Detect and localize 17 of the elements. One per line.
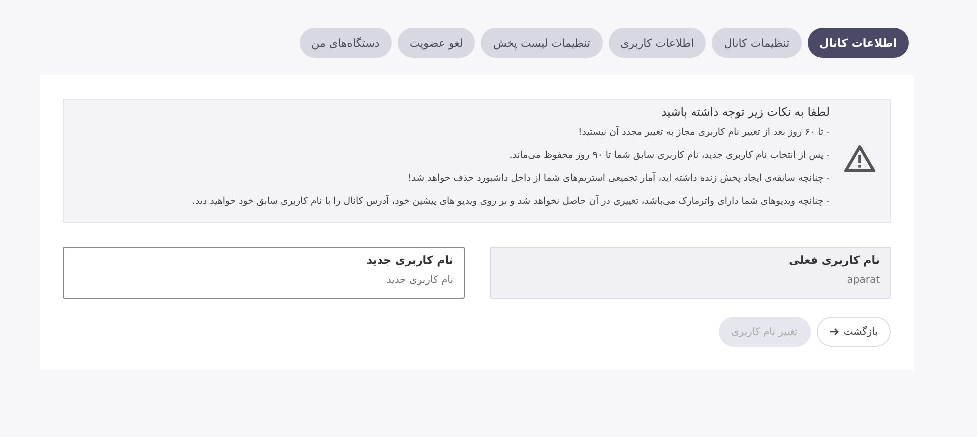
notice-title: لطفا به نکات زیر توجه داشته باشید [660,105,830,119]
notice-item: - چنانچه سابقه‌ی ایجاد پخش زنده داشته اید، آمار تجمیعی استریم‌های شما از داخل داشبورد حذف خواهد شد! [407,171,830,186]
tab[interactable]: اطلاعات کانال [808,28,909,58]
tab[interactable]: دستگاه‌های من [300,28,392,58]
notice-item: - تا ۶۰ روز بعد از تغییر نام کاربری مجاز به تغییر مجدد آن نیستید! [578,125,830,140]
notice-item: - پس از انتخاب نام کاربری جدید، نام کاربری سابق شما تا ۹۰ روز محفوظ می‌ماند. [508,149,830,163]
username-input[interactable]: نام کاربری جدید [74,275,454,286]
tab[interactable]: لغو عضویت [398,28,476,58]
back-button[interactable]: بازگشت [816,317,891,347]
arrow-icon [830,328,839,336]
tab[interactable]: اطلاعات کاربری [608,28,706,58]
field-label: نام کاربری فعلی [788,254,880,267]
tab[interactable]: تنظیمات لیست پخش [481,28,603,58]
field-label: نام کاربری جدید [366,254,454,267]
tab[interactable]: تنظیمات کانال [712,28,802,58]
warning-icon [844,145,876,173]
notice-item: - چنانچه ویدیوهای شما دارای واترمارک می‌باشد، تغییری در آن حاصل نخواهد شد و بر روی ویدیو های پیشین خود، آدرس کانال را با نام کاربری سابق خود خواهید دید. [192,194,830,209]
